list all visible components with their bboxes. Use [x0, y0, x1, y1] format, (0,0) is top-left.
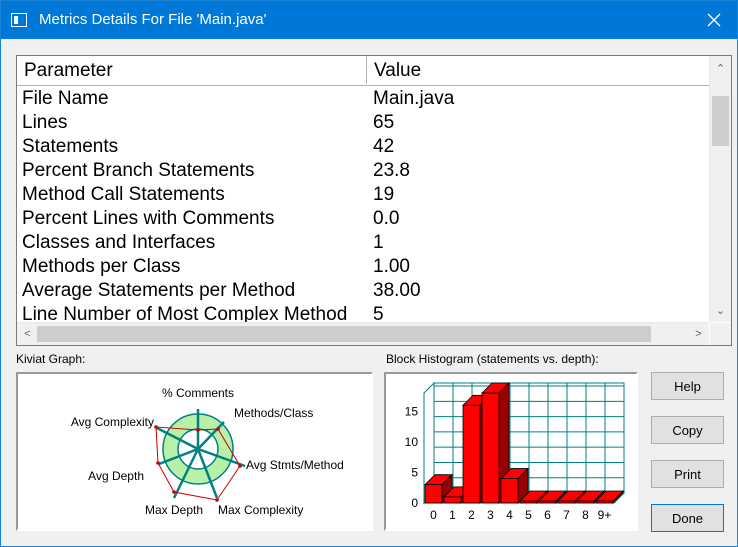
kiviat-graph: % Comments Methods/Class Avg Stmts/Method M… [16, 372, 373, 531]
title-bar[interactable]: Metrics Details For File 'Main.java' [1, 1, 737, 39]
app-icon [11, 13, 27, 27]
column-header-value[interactable]: Value [367, 56, 709, 84]
histogram-bar [443, 496, 462, 504]
copy-button[interactable]: Copy [651, 416, 724, 444]
histogram-x-tick-label: 3 [487, 508, 494, 522]
kiviat-axis-label: Methods/Class [234, 406, 313, 420]
kiviat-axis-label: Avg Depth [88, 469, 144, 483]
table-row[interactable]: Percent Lines with Comments 0.0 [17, 206, 709, 230]
parameter-cell: Average Statements per Method [22, 280, 296, 301]
metrics-table[interactable]: Parameter Value File Name Main.java Lines 6… [16, 55, 732, 346]
table-body: File Name Main.java Lines 65 Statements 42 Per… [17, 86, 709, 322]
kiviat-axis-label: Avg Stmts/Method [246, 458, 344, 472]
scroll-left-icon[interactable]: < [17, 324, 38, 344]
histogram-x-tick-label: 1 [449, 508, 456, 522]
metrics-dialog: Metrics Details For File 'Main.java' Par… [0, 0, 738, 547]
value-cell: 1 [373, 232, 384, 253]
value-cell: 65 [373, 112, 395, 133]
histogram-bar [538, 500, 557, 504]
table-row[interactable]: Average Statements per Method 38.00 [17, 278, 709, 302]
histogram-y-tick-label: 0 [411, 496, 418, 510]
kiviat-point [238, 464, 242, 468]
histogram-x-tick-label: 6 [544, 508, 551, 522]
scroll-down-icon[interactable]: ⌄ [710, 300, 731, 320]
table-row[interactable]: Method Call Statements 19 [17, 182, 709, 206]
value-cell: 19 [373, 184, 395, 205]
kiviat-point [154, 425, 158, 429]
done-button[interactable]: Done [651, 504, 724, 532]
parameter-cell: File Name [22, 88, 109, 109]
histogram-label: Block Histogram (statements vs. depth): [386, 352, 599, 366]
parameter-cell: Methods per Class [22, 256, 181, 277]
value-cell: 23.8 [373, 160, 410, 181]
histogram-x-tick-label: 5 [525, 508, 532, 522]
parameter-cell: Lines [22, 112, 68, 133]
histogram-bar [462, 404, 481, 504]
histogram-y-tick-label: 15 [405, 404, 419, 418]
kiviat-point [215, 498, 219, 502]
histogram-x-tick-label: 8 [582, 508, 589, 522]
scroll-corner [710, 323, 731, 345]
value-cell: Main.java [373, 88, 455, 109]
kiviat-chart: % CommentsMethods/Class Avg Stmts/Method M… [71, 386, 344, 517]
kiviat-axis-label: Avg Complexity [71, 415, 154, 429]
histogram-bar [500, 478, 519, 504]
histogram-chart: 0510150 1 2 3 4 5 6 7 8 9+ [405, 381, 626, 522]
block-histogram: 0 5 10 15 0 1 2 3 4 5 6 7 8 9+ [384, 372, 638, 531]
close-button[interactable] [691, 1, 737, 39]
histogram-bar [557, 500, 576, 504]
table-header: Parameter Value [17, 56, 709, 86]
histogram-x-tick-label: 2 [468, 508, 475, 522]
vertical-scrollbar[interactable]: ⌃ ⌄ [709, 56, 731, 322]
value-cell: 42 [373, 136, 395, 157]
value-cell: 1.00 [373, 256, 410, 277]
kiviat-axis-label: % Comments [162, 386, 234, 400]
kiviat-point [196, 428, 200, 432]
histogram-bar [481, 392, 500, 504]
histogram-y-tick-label: 10 [405, 435, 419, 449]
help-button[interactable]: Help [651, 372, 724, 400]
table-row[interactable]: Statements 42 [17, 134, 709, 158]
scroll-up-icon[interactable]: ⌃ [710, 58, 731, 78]
histogram-bar [424, 484, 443, 504]
table-row[interactable]: File Name Main.java [17, 86, 709, 110]
table-row[interactable]: Methods per Class 1.00 [17, 254, 709, 278]
window-title: Metrics Details For File 'Main.java' [39, 11, 267, 28]
histogram-x-tick-label: 9+ [598, 508, 612, 522]
horizontal-scrollbar[interactable]: < > [17, 322, 709, 345]
histogram-x-tick-label: 4 [506, 508, 513, 522]
value-cell: 5 [373, 304, 384, 322]
table-row[interactable]: Classes and Interfaces 1 [17, 230, 709, 254]
histogram-y-tick-label: 5 [411, 465, 418, 479]
parameter-cell: Line Number of Most Complex Method [22, 304, 348, 322]
histogram-x-tick-label: 0 [430, 508, 437, 522]
close-icon [707, 13, 721, 27]
value-cell: 0.0 [373, 208, 400, 229]
kiviat-axis-label: Max Depth [145, 503, 203, 517]
histogram-bar [595, 500, 614, 504]
print-button[interactable]: Print [651, 460, 724, 488]
kiviat-axis-label: Max Complexity [218, 503, 303, 517]
histogram-bar [576, 500, 595, 504]
parameter-cell: Method Call Statements [22, 184, 225, 205]
parameter-cell: Statements [22, 136, 119, 157]
kiviat-point [156, 461, 160, 465]
vertical-scroll-thumb[interactable] [712, 96, 729, 146]
horizontal-scroll-thumb[interactable] [37, 326, 651, 342]
table-row[interactable]: Lines 65 [17, 110, 709, 134]
kiviat-point [216, 427, 220, 431]
histogram-bar [519, 500, 538, 504]
column-header-parameter[interactable]: Parameter [17, 56, 367, 84]
kiviat-point [172, 490, 176, 494]
kiviat-label: Kiviat Graph: [16, 352, 86, 366]
parameter-cell: Percent Branch Statements [22, 160, 255, 181]
value-cell: 38.00 [373, 280, 421, 301]
table-row[interactable]: Percent Branch Statements 23.8 [17, 158, 709, 182]
parameter-cell: Percent Lines with Comments [22, 208, 275, 229]
table-row[interactable]: Line Number of Most Complex Method 5 [17, 302, 709, 322]
histogram-x-tick-label: 7 [563, 508, 570, 522]
parameter-cell: Classes and Interfaces [22, 232, 216, 253]
scroll-right-icon[interactable]: > [688, 324, 709, 344]
